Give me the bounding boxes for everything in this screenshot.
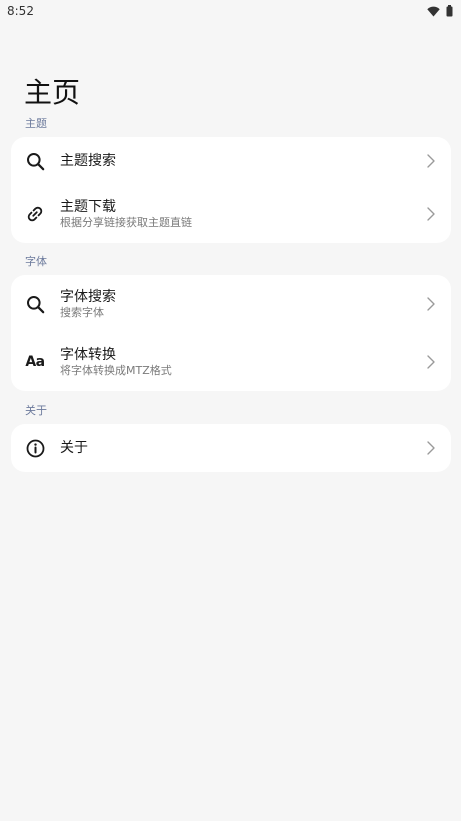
font-search-title: 字体搜索 — [60, 289, 116, 305]
font-convert-title: 字体转换 — [60, 347, 116, 363]
font-convert-text: 字体转换 将字体转换成MTZ格式 — [60, 347, 425, 377]
theme-download-item[interactable]: 主题下载 根据分享链接获取主题直链 — [11, 185, 451, 243]
wifi-icon — [427, 6, 440, 16]
theme-download-subtitle: 根据分享链接获取主题直链 — [60, 216, 192, 229]
font-search-subtitle: 搜索字体 — [60, 306, 104, 319]
about-title: 关于 — [60, 439, 88, 456]
search-icon — [25, 151, 45, 171]
font-search-text: 字体搜索 搜索字体 — [60, 289, 425, 319]
battery-icon — [446, 5, 453, 17]
about-item[interactable]: 关于 — [11, 424, 451, 472]
chevron-right-icon — [425, 206, 437, 222]
status-time: 8:52 — [7, 4, 34, 18]
chevron-right-icon — [425, 296, 437, 312]
about-text: 关于 — [60, 440, 425, 457]
font-convert-subtitle: 将字体转换成MTZ格式 — [60, 364, 172, 377]
font-aa-glyph: Aa — [25, 354, 45, 370]
font-card: 字体搜索 搜索字体 Aa 字体转换 将字体转换成MTZ格式 — [11, 275, 451, 391]
theme-search-item[interactable]: 主题搜索 — [11, 137, 451, 185]
search-icon — [25, 294, 45, 314]
theme-download-text: 主题下载 根据分享链接获取主题直链 — [60, 199, 425, 229]
status-icons — [427, 5, 453, 17]
font-convert-item[interactable]: Aa 字体转换 将字体转换成MTZ格式 — [11, 333, 451, 391]
section-label-font: 字体 — [25, 255, 47, 268]
chevron-right-icon — [425, 153, 437, 169]
theme-download-title: 主题下载 — [60, 199, 116, 215]
font-search-item[interactable]: 字体搜索 搜索字体 — [11, 275, 451, 333]
chevron-right-icon — [425, 440, 437, 456]
page-title: 主页 — [24, 76, 81, 109]
info-icon — [25, 438, 45, 458]
theme-card: 主题搜索 主题下载 根据分享链接获取主题直链 — [11, 137, 451, 243]
theme-search-title: 主题搜索 — [60, 152, 116, 169]
about-card: 关于 — [11, 424, 451, 472]
link-icon — [25, 204, 45, 224]
theme-search-text: 主题搜索 — [60, 153, 425, 170]
font-aa-icon: Aa — [25, 352, 45, 372]
section-label-theme: 主题 — [25, 117, 47, 130]
chevron-right-icon — [425, 354, 437, 370]
status-bar: 8:52 — [0, 0, 461, 22]
section-label-about: 关于 — [25, 404, 47, 417]
